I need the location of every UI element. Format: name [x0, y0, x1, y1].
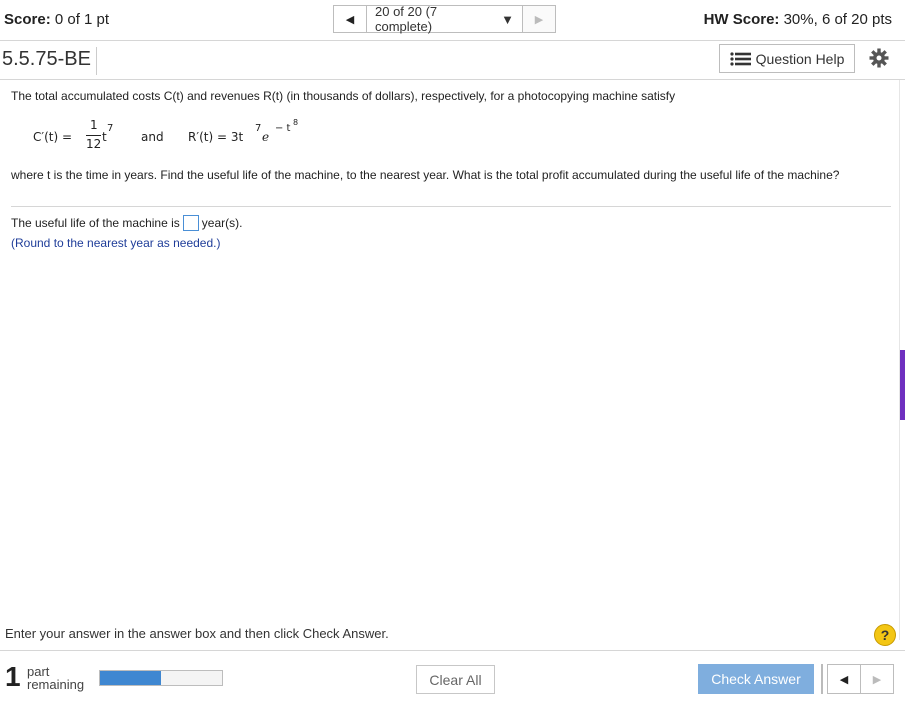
score-label: Score:: [4, 11, 51, 28]
cost-exponent: 7: [107, 123, 114, 134]
question-navigator: ◀ 20 of 20 (7 complete) ▼ ▶: [333, 4, 556, 34]
clear-all-button[interactable]: Clear All: [416, 665, 495, 694]
problem-question: where t is the time in years. Find the u…: [11, 168, 840, 182]
and-text: and: [141, 130, 164, 144]
problem-intro: The total accumulated costs C(t) and rev…: [11, 89, 676, 103]
hw-score-value: 30%, 6 of 20 pts: [783, 11, 892, 28]
answer-suffix: year(s).: [201, 216, 243, 230]
previous-question-button[interactable]: ◀: [333, 5, 367, 33]
parts-remaining-label: part remaining: [27, 665, 84, 691]
question-help-button[interactable]: Question Help: [719, 44, 855, 73]
progress-fill: [100, 671, 161, 685]
top-bar: Score: 0 of 1 pt ◀ 20 of 20 (7 complete)…: [0, 0, 905, 41]
score-value: 0 of 1 pt: [54, 11, 110, 28]
triangle-left-icon: ◀: [839, 673, 849, 686]
question-status: 20 of 20 (7 complete): [375, 4, 438, 34]
footer-navigator: ◀ ▶: [827, 664, 894, 694]
fraction-numerator: 1: [90, 118, 98, 132]
parts-remaining-count: 1: [5, 661, 21, 692]
cost-derivative-lhs: C′(t) =: [33, 130, 73, 144]
next-question-button[interactable]: ▶: [522, 5, 556, 33]
cost-variable: t: [102, 130, 107, 144]
round-note: (Round to the nearest year as needed.): [11, 236, 221, 250]
progress-bar: [99, 670, 223, 686]
footer-divider: [0, 650, 905, 651]
formulas: C′(t) = 1 12 t 7 and R′(t) = 3t 7 e − t …: [33, 118, 433, 154]
revenue-e: e: [262, 130, 270, 144]
settings-button[interactable]: [867, 46, 891, 70]
revenue-exponent: 7: [255, 123, 262, 134]
footer-separator: [821, 664, 823, 694]
footer-next-button[interactable]: ▶: [861, 664, 894, 694]
revenue-e-exponent-power: 8: [293, 118, 299, 127]
answer-input[interactable]: [182, 215, 199, 231]
question-help-label: Question Help: [755, 50, 845, 67]
help-icon[interactable]: ?: [874, 624, 896, 646]
fraction-denominator: 12: [86, 137, 102, 151]
triangle-left-icon: ◀: [345, 13, 355, 26]
fraction-bar: [86, 135, 101, 136]
instruction-text: Enter your answer in the answer box and …: [5, 626, 389, 641]
revenue-derivative-lhs: R′(t) = 3t: [188, 130, 244, 144]
triangle-down-icon: ▼: [501, 11, 514, 27]
side-tab[interactable]: [900, 350, 905, 420]
triangle-right-icon: ▶: [872, 673, 882, 686]
triangle-right-icon: ▶: [534, 13, 544, 26]
question-select[interactable]: 20 of 20 (7 complete) ▼: [367, 4, 522, 34]
gear-icon: [869, 48, 889, 68]
question-id: 5.5.75-BE: [2, 47, 97, 75]
divider: [11, 206, 891, 207]
answer-prefix: The useful life of the machine is: [11, 216, 180, 230]
footer-previous-button[interactable]: ◀: [827, 664, 861, 694]
check-answer-button[interactable]: Check Answer: [698, 664, 814, 694]
answer-line: The useful life of the machine is year(s…: [11, 215, 242, 231]
parts-label-line2: remaining: [27, 677, 85, 692]
hw-score-label: HW Score:: [703, 11, 780, 28]
score: Score: 0 of 1 pt: [4, 11, 109, 28]
hw-score: HW Score: 30%, 6 of 20 pts: [704, 11, 892, 28]
revenue-e-exponent: − t: [275, 123, 291, 134]
list-icon: [730, 51, 751, 66]
question-bar: 5.5.75-BE Question Help: [0, 41, 905, 80]
